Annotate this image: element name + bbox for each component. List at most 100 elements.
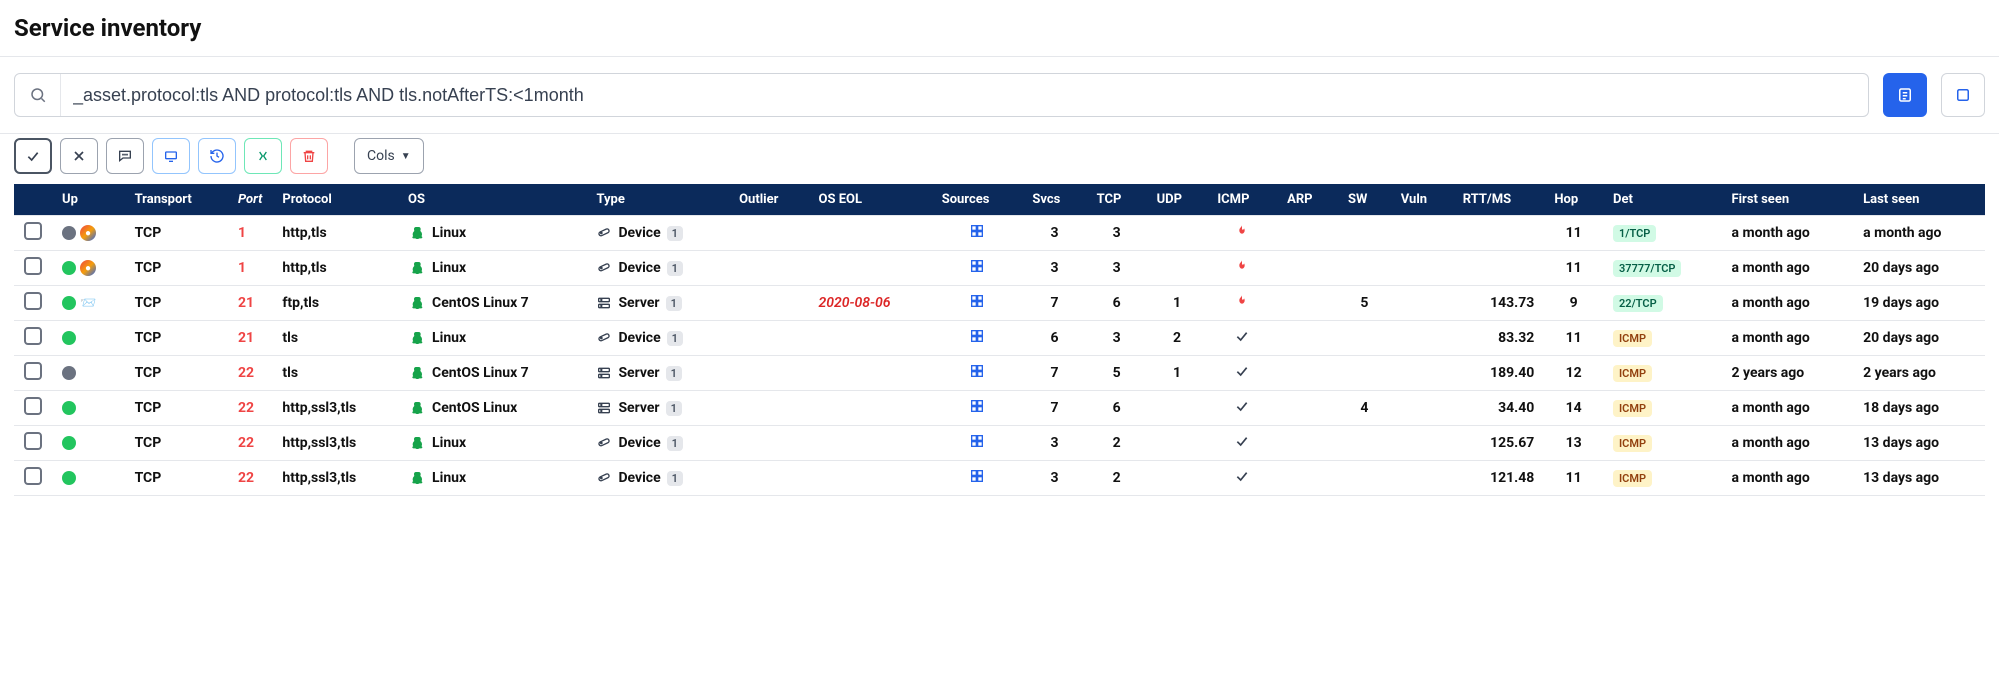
cell-os-eol — [809, 391, 932, 426]
cell-svcs: 7 — [1022, 391, 1086, 426]
col-last-seen[interactable]: Last seen — [1853, 184, 1985, 216]
cell-os-eol — [809, 251, 932, 286]
col-os[interactable]: OS — [398, 184, 586, 216]
status-dot — [62, 296, 76, 310]
report-button[interactable] — [1883, 73, 1927, 117]
cell-rtt — [1453, 251, 1545, 286]
secondary-action-button[interactable] — [1941, 73, 1985, 117]
cell-vuln — [1391, 461, 1453, 496]
cell-protocol: ftp,tls — [272, 286, 398, 321]
merge-button[interactable] — [244, 138, 282, 174]
col-first-seen[interactable]: First seen — [1721, 184, 1853, 216]
table-row[interactable]: TCP21tlsLinuxDevice163283.3211ICMPa mont… — [14, 321, 1985, 356]
cell-type: Device1 — [596, 260, 719, 276]
cell-outlier — [729, 391, 808, 426]
row-checkbox[interactable] — [24, 432, 42, 450]
cell-hop: 14 — [1544, 391, 1603, 426]
cell-type: Device1 — [596, 470, 719, 486]
cell-os: CentOS Linux 7 — [408, 365, 576, 381]
table-row[interactable]: TCP22http,ssl3,tlsCentOS LinuxServer1764… — [14, 391, 1985, 426]
row-checkbox[interactable] — [24, 292, 42, 310]
reject-button[interactable] — [60, 138, 98, 174]
status-dot — [62, 471, 76, 485]
col-arp[interactable]: ARP — [1277, 184, 1338, 216]
table-row[interactable]: ●TCP1http,tlsLinuxDevice1331137777/TCPa … — [14, 251, 1985, 286]
col-tcp[interactable]: TCP — [1087, 184, 1147, 216]
status-dot — [62, 226, 76, 240]
cell-hop: 9 — [1544, 286, 1603, 321]
cell-port: 21 — [228, 321, 272, 356]
cell-type: Device1 — [596, 225, 719, 241]
cell-outlier — [729, 321, 808, 356]
cell-icmp — [1207, 461, 1277, 496]
cell-vuln — [1391, 391, 1453, 426]
cell-sw — [1338, 426, 1391, 461]
cell-arp — [1277, 356, 1338, 391]
cell-sources[interactable] — [932, 461, 1023, 496]
cell-first-seen: a month ago — [1721, 461, 1853, 496]
cell-port: 1 — [228, 216, 272, 251]
cell-last-seen: a month ago — [1853, 216, 1985, 251]
cell-sources[interactable] — [932, 391, 1023, 426]
col-outlier[interactable]: Outlier — [729, 184, 808, 216]
col-sw[interactable]: SW — [1338, 184, 1391, 216]
cell-det: ICMP — [1603, 356, 1721, 391]
col-os-eol[interactable]: OS EOL — [809, 184, 932, 216]
history-button[interactable] — [198, 138, 236, 174]
columns-button[interactable]: Cols ▼ — [354, 138, 424, 174]
search-input[interactable] — [61, 85, 1868, 106]
col-icmp[interactable]: ICMP — [1207, 184, 1277, 216]
cell-arp — [1277, 251, 1338, 286]
cell-sources[interactable] — [932, 216, 1023, 251]
cell-udp — [1147, 426, 1208, 461]
col-port[interactable]: Port — [228, 184, 272, 216]
cell-sources[interactable] — [932, 251, 1023, 286]
row-checkbox[interactable] — [24, 257, 42, 275]
table-row[interactable]: TCP22http,ssl3,tlsLinuxDevice132121.4811… — [14, 461, 1985, 496]
col-rtt[interactable]: RTT/MS — [1453, 184, 1545, 216]
cell-sources[interactable] — [932, 286, 1023, 321]
col-hop[interactable]: Hop — [1544, 184, 1603, 216]
cell-rtt: 83.32 — [1453, 321, 1545, 356]
cell-sources[interactable] — [932, 426, 1023, 461]
col-type[interactable]: Type — [586, 184, 729, 216]
table-row[interactable]: ●TCP1http,tlsLinuxDevice133111/TCPa mont… — [14, 216, 1985, 251]
row-checkbox[interactable] — [24, 362, 42, 380]
cell-transport: TCP — [125, 321, 228, 356]
screen-button[interactable] — [152, 138, 190, 174]
cell-tcp: 6 — [1087, 286, 1147, 321]
accept-button[interactable] — [14, 138, 52, 174]
col-transport[interactable]: Transport — [125, 184, 228, 216]
col-protocol[interactable]: Protocol — [272, 184, 398, 216]
cell-vuln — [1391, 426, 1453, 461]
col-sources[interactable]: Sources — [932, 184, 1023, 216]
cell-icmp — [1207, 321, 1277, 356]
col-up[interactable]: Up — [52, 184, 125, 216]
comment-button[interactable] — [106, 138, 144, 174]
row-checkbox[interactable] — [24, 222, 42, 240]
col-det[interactable]: Det — [1603, 184, 1721, 216]
cell-last-seen: 13 days ago — [1853, 461, 1985, 496]
col-svcs[interactable]: Svcs — [1022, 184, 1086, 216]
cell-os: Linux — [408, 330, 576, 346]
col-udp[interactable]: UDP — [1147, 184, 1208, 216]
cell-rtt — [1453, 216, 1545, 251]
cell-sources[interactable] — [932, 356, 1023, 391]
col-vuln[interactable]: Vuln — [1391, 184, 1453, 216]
cell-icmp — [1207, 356, 1277, 391]
cell-protocol: http,ssl3,tls — [272, 391, 398, 426]
cell-port: 1 — [228, 251, 272, 286]
delete-button[interactable] — [290, 138, 328, 174]
chevron-down-icon: ▼ — [401, 151, 411, 162]
row-checkbox[interactable] — [24, 467, 42, 485]
cell-svcs: 6 — [1022, 321, 1086, 356]
cell-arp — [1277, 461, 1338, 496]
row-checkbox[interactable] — [24, 397, 42, 415]
table-row[interactable]: TCP22http,ssl3,tlsLinuxDevice132125.6713… — [14, 426, 1985, 461]
cell-transport: TCP — [125, 391, 228, 426]
cell-sw — [1338, 461, 1391, 496]
table-row[interactable]: TCP22tlsCentOS Linux 7Server1751189.4012… — [14, 356, 1985, 391]
row-checkbox[interactable] — [24, 327, 42, 345]
cell-sources[interactable] — [932, 321, 1023, 356]
table-row[interactable]: 📨TCP21ftp,tlsCentOS Linux 7Server12020-0… — [14, 286, 1985, 321]
